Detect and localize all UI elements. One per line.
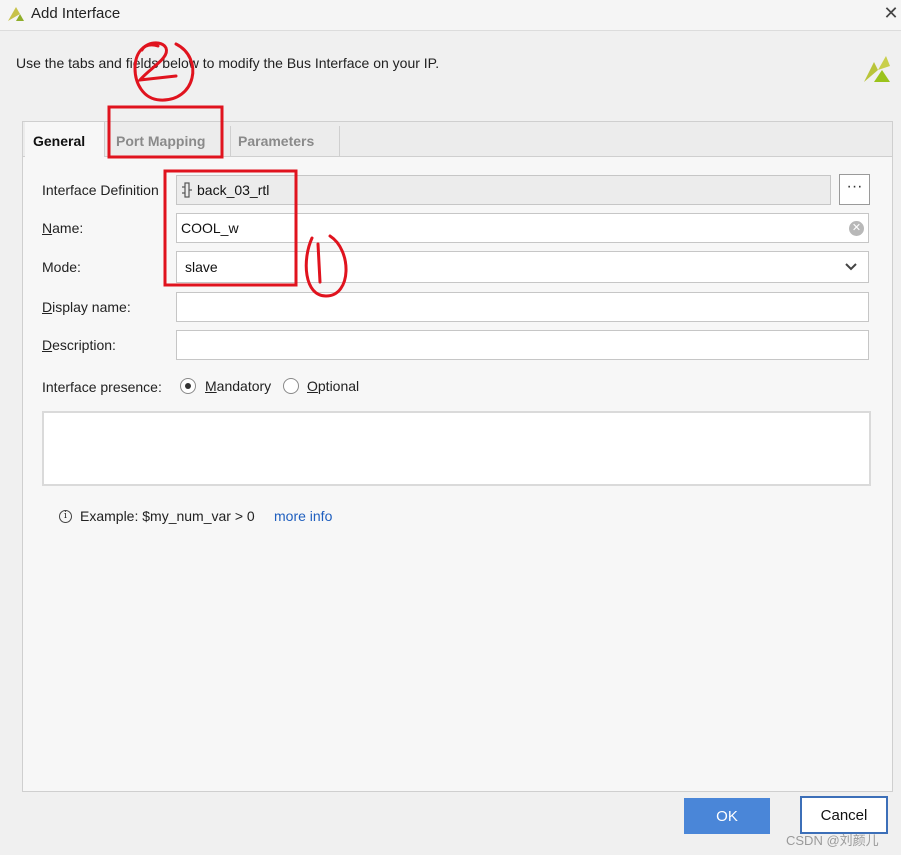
chevron-down-icon[interactable]	[844, 260, 858, 274]
name-label: Name:	[42, 220, 84, 236]
tab-parameters[interactable]: Parameters	[238, 122, 314, 156]
brand-logo-icon	[864, 56, 890, 82]
optional-radio[interactable]	[283, 378, 299, 394]
tab-port-mapping[interactable]: Port Mapping	[116, 122, 205, 156]
description-label: Description:	[42, 337, 116, 353]
mode-label: Mode:	[42, 259, 81, 275]
close-icon[interactable]: ✕	[881, 0, 901, 26]
mode-select[interactable]: slave	[176, 251, 869, 283]
tab-bar: General Port Mapping Parameters	[23, 122, 892, 157]
mandatory-label[interactable]: Mandatory	[205, 378, 271, 394]
example-text: Example: $my_num_var > 0	[80, 508, 255, 524]
interface-definition-value: back_03_rtl	[197, 182, 270, 198]
mode-value: slave	[185, 259, 218, 275]
mandatory-radio[interactable]	[180, 378, 196, 394]
tab-divider	[339, 126, 340, 156]
optional-label[interactable]: Optional	[307, 378, 359, 394]
display-name-input[interactable]	[177, 293, 868, 321]
clear-icon[interactable]: ✕	[849, 221, 864, 236]
presence-expression-editor[interactable]	[42, 411, 871, 486]
tab-general[interactable]: General	[25, 122, 105, 157]
tab-parameters-label: Parameters	[238, 133, 315, 149]
window-title: Add Interface	[31, 5, 121, 22]
more-info-link[interactable]: more info	[274, 508, 332, 524]
name-input[interactable]	[177, 214, 868, 242]
ok-button[interactable]: OK	[684, 798, 770, 834]
tab-port-mapping-label: Port Mapping	[116, 133, 206, 149]
display-name-label: Display name:	[42, 299, 131, 315]
tab-divider	[230, 126, 231, 156]
interface-definition-field: back_03_rtl	[176, 175, 831, 205]
app-logo-icon	[8, 7, 24, 21]
watermark: CSDN @刘颜儿	[786, 833, 879, 848]
description-input[interactable]	[177, 331, 868, 359]
description-field[interactable]	[176, 330, 869, 360]
display-name-field[interactable]	[176, 292, 869, 322]
info-icon: i	[59, 510, 72, 523]
annotation-circle-two	[133, 42, 195, 102]
name-field[interactable]: ✕	[176, 213, 869, 243]
cancel-button[interactable]: Cancel	[800, 796, 888, 834]
intro-text: Use the tabs and fields below to modify …	[16, 55, 440, 71]
title-bar: Add Interface ✕	[0, 0, 901, 31]
presence-label: Interface presence:	[42, 379, 162, 395]
bus-interface-icon	[182, 182, 192, 198]
tab-general-label: General	[33, 133, 86, 149]
browse-button[interactable]: ···	[839, 174, 870, 205]
interface-definition-label: Interface Definition	[42, 182, 159, 198]
